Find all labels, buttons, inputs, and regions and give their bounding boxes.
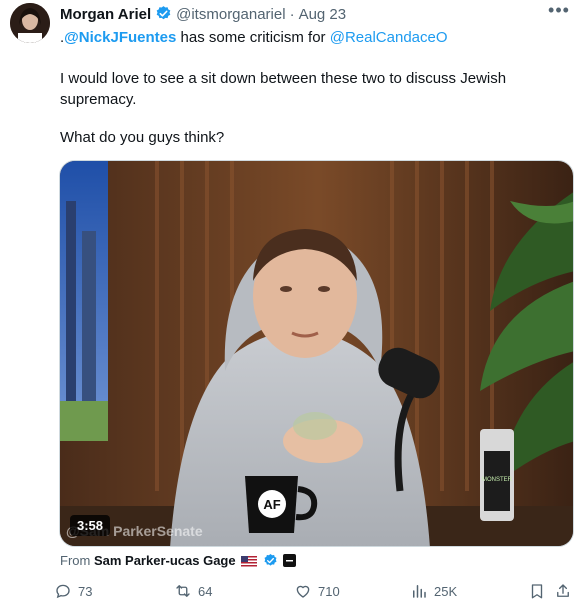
tweet-text-line-2: I would love to see a sit down between t… xyxy=(60,70,507,87)
repost-icon xyxy=(176,585,190,597)
reply-count: 73 xyxy=(78,583,93,599)
mention-link-2[interactable]: @RealCandaceO xyxy=(330,29,448,46)
views-chart-icon xyxy=(413,585,426,598)
can-label: MONSTER xyxy=(482,477,513,483)
video-frame: AF MONSTER xyxy=(60,161,573,546)
share-button[interactable] xyxy=(554,582,578,600)
heart-icon xyxy=(296,585,310,598)
author-handle[interactable]: @itsmorganariel xyxy=(176,6,285,23)
reply-button[interactable]: 73 xyxy=(54,582,92,600)
views-count: 25K xyxy=(434,583,458,599)
tweet-text-line-1: .@NickJFuentes has some criticism for @R… xyxy=(60,29,448,46)
tweet-date[interactable]: Aug 23 xyxy=(299,6,347,23)
tweet-header: Morgan Ariel @itsmorganariel · Aug 23 xyxy=(60,5,540,26)
bookmark-button[interactable] xyxy=(528,582,552,600)
video-source-attribution: From Sam Parker-ucas Gage xyxy=(60,553,297,571)
tweet-card[interactable]: Morgan Ariel @itsmorganariel · Aug 23 ••• .… xyxy=(0,0,580,607)
us-flag-icon xyxy=(241,555,258,570)
avatar[interactable] xyxy=(10,3,50,43)
share-icon xyxy=(557,584,569,597)
tweet-text-line-4: What do you guys think? xyxy=(60,129,225,146)
source-account-link[interactable]: Sam Parker-ucas Gage xyxy=(94,553,236,568)
repost-button[interactable]: 64 xyxy=(174,582,212,600)
more-options-icon[interactable]: ••• xyxy=(548,1,570,22)
bookmark-icon xyxy=(531,584,543,599)
like-button[interactable]: 710 xyxy=(294,582,340,600)
tweet-actions-bar: 73 64 710 25K xyxy=(54,582,574,604)
separator-dot: · xyxy=(289,6,295,23)
author-name[interactable]: Morgan Ariel xyxy=(60,6,151,23)
video-duration: 3:58 xyxy=(70,515,111,536)
source-prefix: From xyxy=(60,553,94,568)
source-verified-icon xyxy=(263,553,278,571)
mention-link-1[interactable]: @NickJFuentes xyxy=(64,29,176,46)
verified-badge-icon xyxy=(155,5,172,26)
like-count: 710 xyxy=(318,583,340,599)
reply-icon xyxy=(56,584,70,599)
video-player[interactable]: AF MONSTER @Sam ParkerSenate 3:58 xyxy=(59,160,574,547)
text-middle: has some criticism for xyxy=(176,29,330,46)
tweet-text-line-3: supremacy. xyxy=(60,91,137,108)
repost-count: 64 xyxy=(198,583,213,599)
views-button[interactable]: 25K xyxy=(410,582,457,600)
affiliate-badge-icon xyxy=(283,554,297,570)
mug-logo: AF xyxy=(263,497,280,512)
